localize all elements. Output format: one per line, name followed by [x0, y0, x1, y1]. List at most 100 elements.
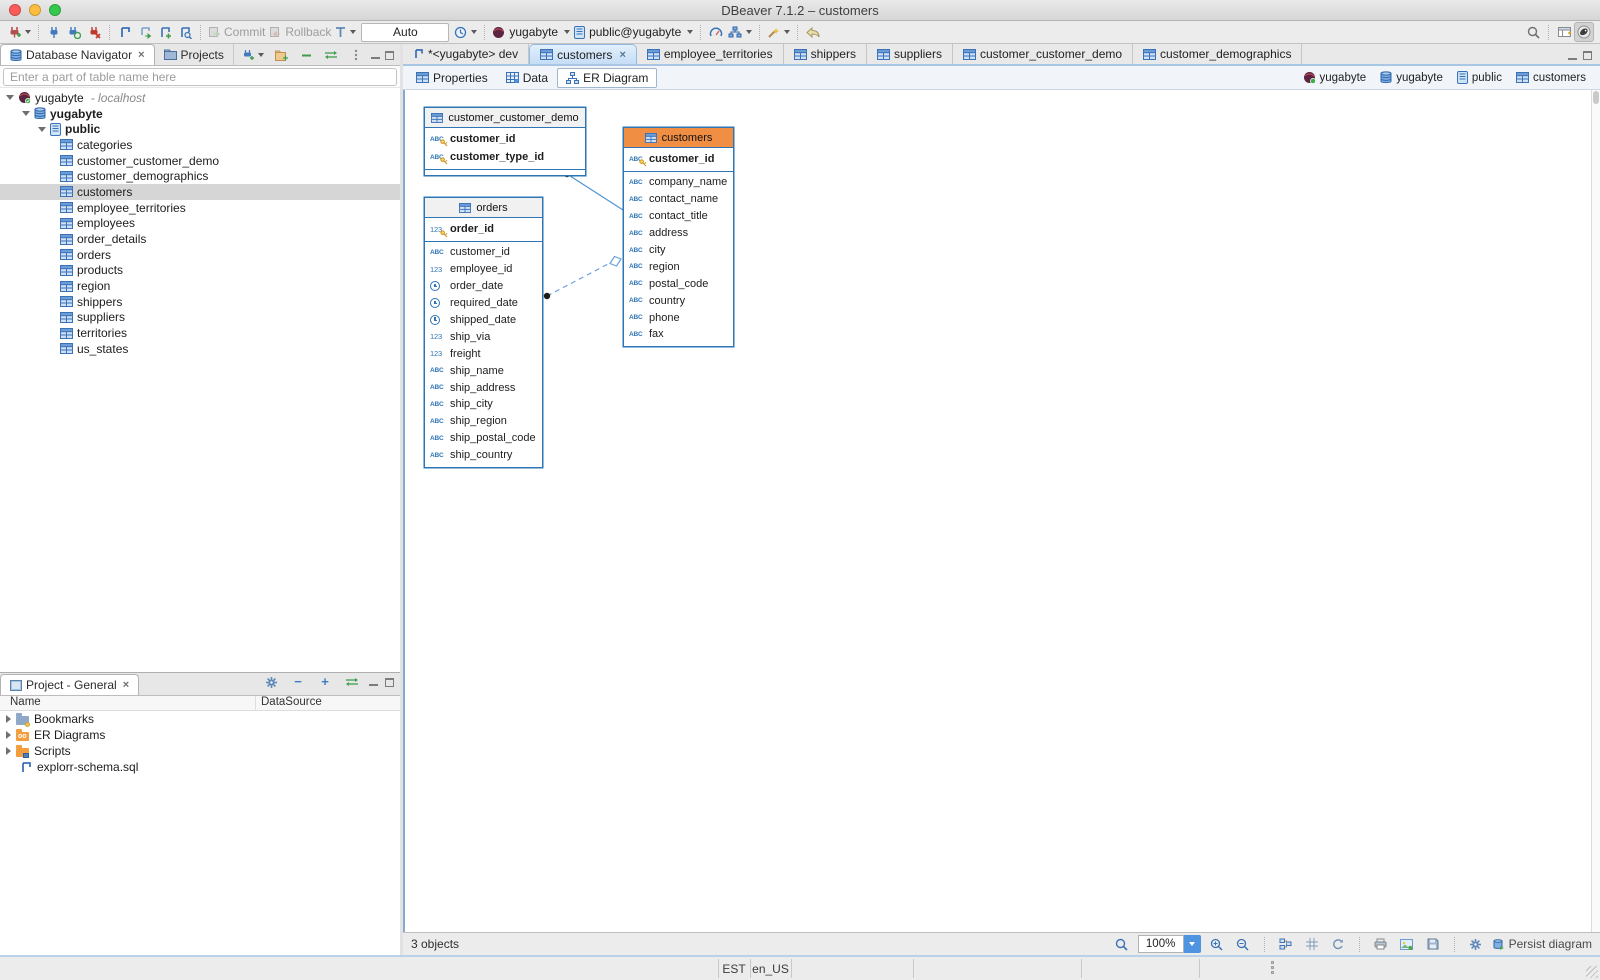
- entity-field[interactable]: ship_via: [425, 328, 542, 345]
- column-datasource[interactable]: DataSource: [256, 696, 322, 710]
- commit-button[interactable]: Commit: [206, 22, 267, 42]
- tree-item-table[interactable]: us_states: [0, 341, 400, 357]
- search-button[interactable]: [1523, 22, 1543, 42]
- tree-item-database[interactable]: yugabyte: [0, 106, 400, 122]
- editor-tab[interactable]: customers ×: [529, 44, 637, 64]
- editor-tab[interactable]: employee_territories ×: [637, 44, 784, 64]
- entity-orders[interactable]: orders order_id customer: [424, 197, 543, 468]
- zoom-in-button[interactable]: [1207, 934, 1227, 954]
- project-item-bookmarks[interactable]: Bookmarks: [0, 711, 400, 727]
- tree-item-table[interactable]: categories: [0, 137, 400, 153]
- editor-tab[interactable]: shippers ×: [784, 44, 867, 64]
- entity-field[interactable]: ship_city: [425, 396, 542, 413]
- tree-item-table[interactable]: orders: [0, 247, 400, 263]
- tree-item-table[interactable]: order_details: [0, 231, 400, 247]
- view-menu-grip[interactable]: [346, 45, 366, 65]
- save-diagram-button[interactable]: [1423, 934, 1443, 954]
- expander-icon[interactable]: [6, 715, 11, 723]
- tree-item-table[interactable]: territories: [0, 325, 400, 341]
- back-button[interactable]: [803, 22, 823, 42]
- table-filter-input[interactable]: [3, 68, 397, 86]
- schema-selector[interactable]: public@yugabyte: [572, 22, 695, 42]
- entity-field[interactable]: region: [624, 258, 733, 275]
- entity-field[interactable]: ship_address: [425, 379, 542, 396]
- export-image-button[interactable]: [1397, 934, 1417, 954]
- toggle-grid-button[interactable]: [1302, 934, 1322, 954]
- recent-sql-editor-button[interactable]: [135, 22, 155, 42]
- maximize-editor-button[interactable]: [1583, 51, 1592, 60]
- expand-item-button[interactable]: +: [315, 672, 335, 692]
- transaction-log-button[interactable]: [452, 22, 479, 42]
- minimize-editor-button[interactable]: [1568, 52, 1577, 60]
- minimize-view-button[interactable]: [369, 678, 378, 686]
- editor-tab[interactable]: suppliers ×: [867, 44, 953, 64]
- tab-properties[interactable]: Properties: [407, 68, 497, 88]
- link-with-editor-button[interactable]: [342, 672, 362, 692]
- connect-button[interactable]: [44, 22, 64, 42]
- relation-line-dashed[interactable]: [547, 263, 610, 296]
- entity-field[interactable]: country: [624, 292, 733, 309]
- refresh-diagram-button[interactable]: [1328, 934, 1348, 954]
- link-with-editor-button[interactable]: [321, 45, 341, 65]
- entity-header[interactable]: customers: [624, 128, 733, 148]
- entity-field[interactable]: customer_id: [425, 244, 542, 261]
- tree-item-schema[interactable]: public: [0, 121, 400, 137]
- tree-item-table[interactable]: employees: [0, 216, 400, 232]
- new-sql-editor-button[interactable]: [155, 22, 175, 42]
- transaction-mode-button[interactable]: [333, 22, 358, 42]
- format-tools-button[interactable]: [765, 22, 792, 42]
- expander-icon[interactable]: [6, 95, 14, 100]
- editor-tab[interactable]: *<yugabyte> dev ×: [403, 44, 529, 64]
- zoom-window-button[interactable]: [49, 4, 61, 16]
- entity-field[interactable]: employee_id: [425, 261, 542, 278]
- entity-field[interactable]: order_date: [425, 278, 542, 295]
- diagram-search-button[interactable]: [1112, 934, 1132, 954]
- er-diagram-canvas[interactable]: customer_customer_demo customer_id custo…: [403, 90, 1600, 932]
- entity-field[interactable]: shipped_date: [425, 312, 542, 329]
- breadcrumb-table[interactable]: customers: [1516, 72, 1586, 84]
- tree-item-table[interactable]: customer_demographics: [0, 168, 400, 184]
- tab-data[interactable]: Data: [497, 68, 557, 88]
- entity-field[interactable]: ship_name: [425, 362, 542, 379]
- close-icon[interactable]: ×: [138, 49, 144, 61]
- zoom-out-button[interactable]: [1233, 934, 1253, 954]
- tree-item-table[interactable]: shippers: [0, 294, 400, 310]
- vertical-scrollbar[interactable]: [1591, 90, 1600, 932]
- project-columns-header[interactable]: Name DataSource: [0, 696, 400, 711]
- collapse-all-button[interactable]: [296, 45, 316, 65]
- tree-item-table[interactable]: region: [0, 278, 400, 294]
- relation-line-solid[interactable]: [567, 174, 623, 210]
- print-diagram-button[interactable]: [1371, 934, 1391, 954]
- entity-field[interactable]: customer_id: [425, 130, 585, 148]
- entity-header[interactable]: orders: [425, 198, 542, 218]
- maximize-view-button[interactable]: [385, 678, 394, 687]
- close-icon[interactable]: ×: [123, 679, 129, 691]
- tree-item-table[interactable]: customers: [0, 184, 400, 200]
- tab-projects[interactable]: Projects: [155, 44, 234, 65]
- sql-editor-button[interactable]: [115, 22, 135, 42]
- tab-project-general[interactable]: Project - General ×: [0, 674, 139, 695]
- entity-field[interactable]: customer_type_id: [425, 148, 585, 166]
- entity-field[interactable]: required_date: [425, 295, 542, 312]
- breadcrumb-database[interactable]: yugabyte: [1380, 71, 1443, 84]
- open-perspective-button[interactable]: [1554, 22, 1574, 42]
- entity-field[interactable]: address: [624, 225, 733, 242]
- tree-item-table[interactable]: products: [0, 263, 400, 279]
- persist-diagram-button[interactable]: Persist diagram: [1492, 937, 1592, 951]
- entity-field[interactable]: ship_country: [425, 447, 542, 464]
- expander-icon[interactable]: [6, 747, 11, 755]
- entity-header[interactable]: customer_customer_demo: [425, 108, 585, 128]
- diagram-settings-button[interactable]: [1466, 934, 1486, 954]
- close-window-button[interactable]: [9, 4, 21, 16]
- dashboard-button[interactable]: [706, 22, 726, 42]
- disconnect-button[interactable]: [84, 22, 104, 42]
- zoom-combo-chevron[interactable]: [1184, 935, 1201, 953]
- minimize-window-button[interactable]: [29, 4, 41, 16]
- breadcrumb-schema[interactable]: public: [1457, 71, 1502, 84]
- dbeaver-perspective-button[interactable]: [1574, 22, 1594, 42]
- maximize-view-button[interactable]: [385, 51, 394, 60]
- breadcrumb-connection[interactable]: yugabyte: [1303, 71, 1367, 84]
- collapse-item-button[interactable]: −: [288, 672, 308, 692]
- entity-field[interactable]: city: [624, 242, 733, 259]
- rollback-button[interactable]: Rollback: [267, 22, 333, 42]
